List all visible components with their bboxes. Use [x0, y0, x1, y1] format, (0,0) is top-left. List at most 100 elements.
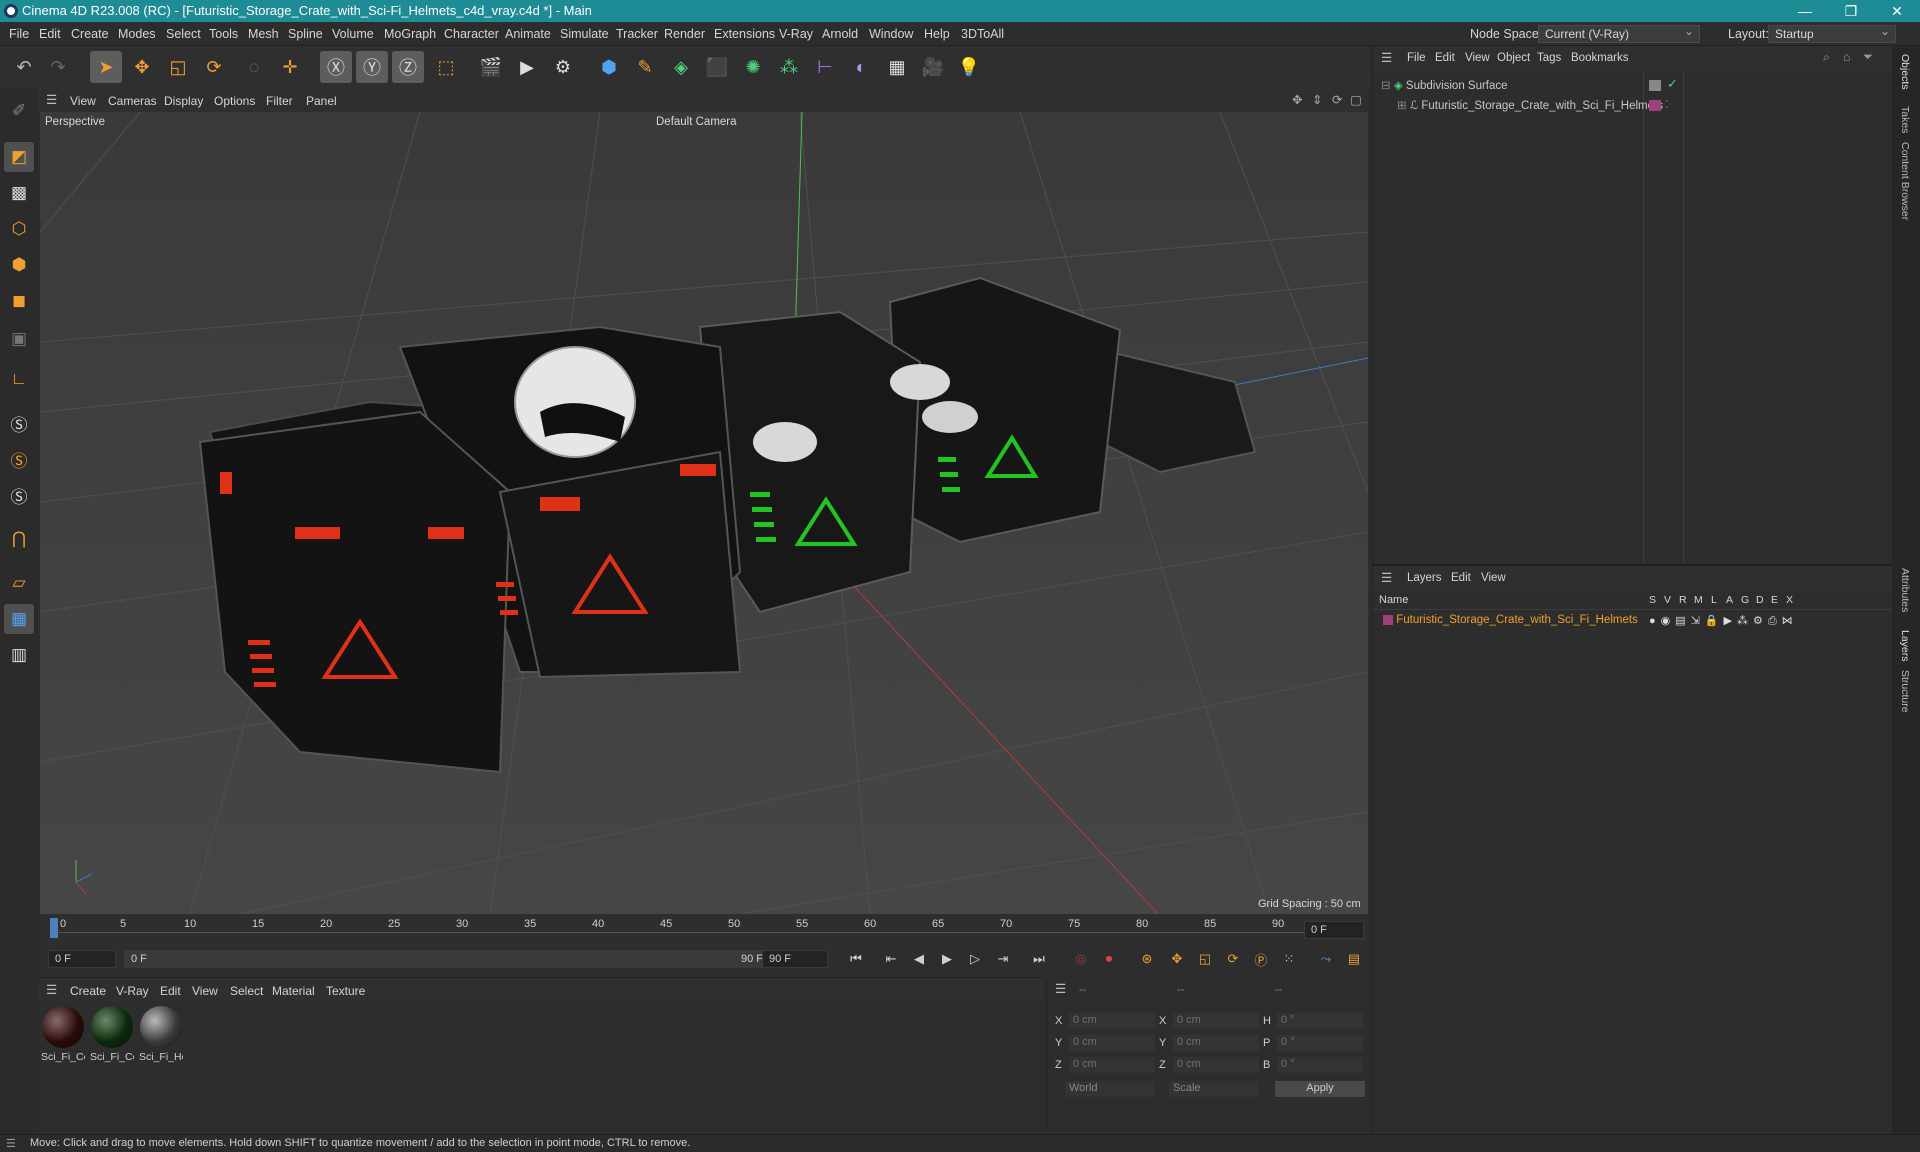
- prev-frame-icon[interactable]: ◀: [908, 949, 930, 969]
- flag-header-e[interactable]: E: [1771, 594, 1778, 606]
- viewport[interactable]: Perspective Default Camera Grid Spacing …: [40, 112, 1368, 914]
- menu-spline[interactable]: Spline: [288, 27, 323, 41]
- pos-x-field[interactable]: 0 cm: [1069, 1013, 1155, 1029]
- coordinate-system-icon[interactable]: ⬚: [430, 51, 462, 83]
- layer-menu-layers[interactable]: Layers: [1407, 572, 1442, 584]
- menu-modes[interactable]: Modes: [118, 27, 156, 41]
- menu-3dtoall[interactable]: 3DToAll: [961, 27, 1004, 41]
- coords-hamburger-icon[interactable]: ☰: [1055, 981, 1066, 996]
- polygons-mode-icon[interactable]: ◼: [4, 286, 34, 316]
- material-menu-edit[interactable]: Edit: [160, 984, 181, 998]
- points-mode-icon[interactable]: ⬡: [4, 214, 34, 244]
- viewport-menu-cameras[interactable]: Cameras: [108, 94, 157, 108]
- layer-row[interactable]: Futuristic_Storage_Crate_with_Sci_Fi_Hel…: [1383, 614, 1638, 626]
- status-menu-icon[interactable]: ☰: [6, 1137, 16, 1150]
- tab-content-browser[interactable]: Content Browser: [1899, 142, 1911, 220]
- material-menu-select[interactable]: Select: [230, 984, 263, 998]
- cube-icon[interactable]: ⬢: [593, 51, 625, 83]
- object-search-icon[interactable]: ⌕: [1823, 50, 1830, 65]
- edges-mode-icon[interactable]: ⬢: [4, 250, 34, 280]
- redo-icon[interactable]: ↷: [42, 51, 74, 83]
- snap-settings-icon[interactable]: Ⓢ: [4, 444, 34, 474]
- size-x-field[interactable]: 0 cm: [1173, 1013, 1259, 1029]
- render-region-icon[interactable]: 🎬: [475, 51, 507, 83]
- menu-vray[interactable]: V-Ray: [779, 27, 813, 41]
- menu-file[interactable]: File: [9, 27, 29, 41]
- prev-key-icon[interactable]: ⇤: [880, 949, 902, 969]
- timeline-window-icon[interactable]: ▤: [1343, 949, 1365, 969]
- scale-icon[interactable]: ◱: [162, 51, 194, 83]
- subdivision-icon[interactable]: ◈: [665, 51, 697, 83]
- live-selection-icon[interactable]: ◌: [238, 51, 270, 83]
- key-position-icon[interactable]: ✥: [1166, 949, 1188, 969]
- tab-attributes[interactable]: Attributes: [1899, 568, 1911, 612]
- object-home-icon[interactable]: ⌂: [1843, 50, 1851, 64]
- tree-item-crate[interactable]: ⊞ ℒ Futuristic_Storage_Crate_with_Sci_Fi…: [1397, 98, 1663, 112]
- rot-b-field[interactable]: 0 °: [1277, 1057, 1363, 1073]
- play-icon[interactable]: ▶: [936, 949, 958, 969]
- layer-hamburger-icon[interactable]: ☰: [1381, 570, 1392, 585]
- coordinate-space-select[interactable]: World: [1065, 1081, 1155, 1097]
- rot-p-field[interactable]: 0 °: [1277, 1035, 1363, 1051]
- menu-edit[interactable]: Edit: [39, 27, 61, 41]
- restore-icon[interactable]: ❐: [1828, 0, 1874, 22]
- motion-path-icon[interactable]: ⤳: [1315, 949, 1337, 969]
- start-frame-field[interactable]: 0 F: [48, 950, 116, 968]
- key-param-icon[interactable]: Ⓟ: [1250, 949, 1272, 969]
- move-icon[interactable]: ✥: [126, 51, 158, 83]
- menu-mesh[interactable]: Mesh: [248, 27, 279, 41]
- object-menu-object[interactable]: Object: [1497, 52, 1530, 64]
- key-rotation-icon[interactable]: ⟳: [1222, 949, 1244, 969]
- mograph-icon[interactable]: ⁂: [773, 51, 805, 83]
- menu-tracker[interactable]: Tracker: [616, 27, 658, 41]
- viewport-menu-display[interactable]: Display: [164, 94, 203, 108]
- keyframe-selection-icon[interactable]: ⊛: [1136, 949, 1158, 969]
- camera-label[interactable]: Default Camera: [656, 116, 737, 128]
- menu-mograph[interactable]: MoGraph: [384, 27, 436, 41]
- tree-item-subdivision[interactable]: ⊟ ◈ Subdivision Surface: [1381, 78, 1508, 92]
- menu-simulate[interactable]: Simulate: [560, 27, 609, 41]
- menu-extensions[interactable]: Extensions: [714, 27, 775, 41]
- flag-header-m[interactable]: M: [1694, 594, 1703, 606]
- material-menu-create[interactable]: Create: [70, 984, 106, 998]
- rot-h-field[interactable]: 0 °: [1277, 1013, 1363, 1029]
- collapse-icon[interactable]: ⊟: [1381, 80, 1391, 92]
- render-settings-icon[interactable]: ⚙: [547, 51, 579, 83]
- flag-header-d[interactable]: D: [1756, 594, 1764, 606]
- select-arrow-icon[interactable]: ➤: [90, 51, 122, 83]
- workplane-icon[interactable]: ▱: [4, 568, 34, 598]
- key-pla-icon[interactable]: ⁙: [1278, 949, 1300, 969]
- material-swatch[interactable]: Sci_Fi_Co: [90, 1006, 134, 1063]
- texture-mode-icon[interactable]: ▩: [4, 178, 34, 208]
- layer-menu-edit[interactable]: Edit: [1451, 572, 1471, 584]
- render-view-icon[interactable]: ▶: [511, 51, 543, 83]
- timeline-ruler[interactable]: 0 5 10 15 20 25 30 35 40 45 50 55 60 65 …: [40, 914, 1368, 948]
- menu-select[interactable]: Select: [166, 27, 201, 41]
- object-menu-file[interactable]: File: [1407, 52, 1426, 64]
- menu-create[interactable]: Create: [71, 27, 109, 41]
- frame-range-slider[interactable]: 0 F 90 F: [124, 950, 784, 968]
- paint-icon[interactable]: ✐: [4, 96, 34, 126]
- viewport-maximize-icon[interactable]: ▢: [1350, 92, 1362, 107]
- menu-help[interactable]: Help: [924, 27, 950, 41]
- layer-color-swatch[interactable]: [1383, 614, 1393, 625]
- uv-mode-icon[interactable]: ▣: [4, 324, 34, 354]
- viewport-menu-filter[interactable]: Filter: [266, 94, 293, 108]
- material-swatch[interactable]: Sci_Fi_He: [139, 1006, 183, 1063]
- light-icon[interactable]: 💡: [953, 51, 985, 83]
- tab-objects[interactable]: Objects: [1899, 54, 1911, 90]
- material-hamburger-icon[interactable]: ☰: [46, 982, 57, 997]
- magnet-icon[interactable]: ⋂: [4, 524, 34, 554]
- goto-end-icon[interactable]: ⏭: [1028, 949, 1050, 969]
- menu-tools[interactable]: Tools: [209, 27, 238, 41]
- flag-header-v[interactable]: V: [1664, 594, 1671, 606]
- pos-y-field[interactable]: 0 cm: [1069, 1035, 1155, 1051]
- axis-mode-icon[interactable]: ∟: [4, 364, 34, 394]
- pen-icon[interactable]: ✎: [629, 51, 661, 83]
- object-filter-icon[interactable]: ⏷: [1863, 50, 1873, 65]
- layer-color-tag[interactable]: [1649, 100, 1661, 111]
- deformer-icon[interactable]: ⊢: [809, 51, 841, 83]
- layer-flags[interactable]: ●◉▤⇲🔒▶⁂⚙⎙⋈: [1649, 614, 1798, 628]
- undo-icon[interactable]: ↶: [8, 51, 40, 83]
- viewport-menu-options[interactable]: Options: [214, 94, 255, 108]
